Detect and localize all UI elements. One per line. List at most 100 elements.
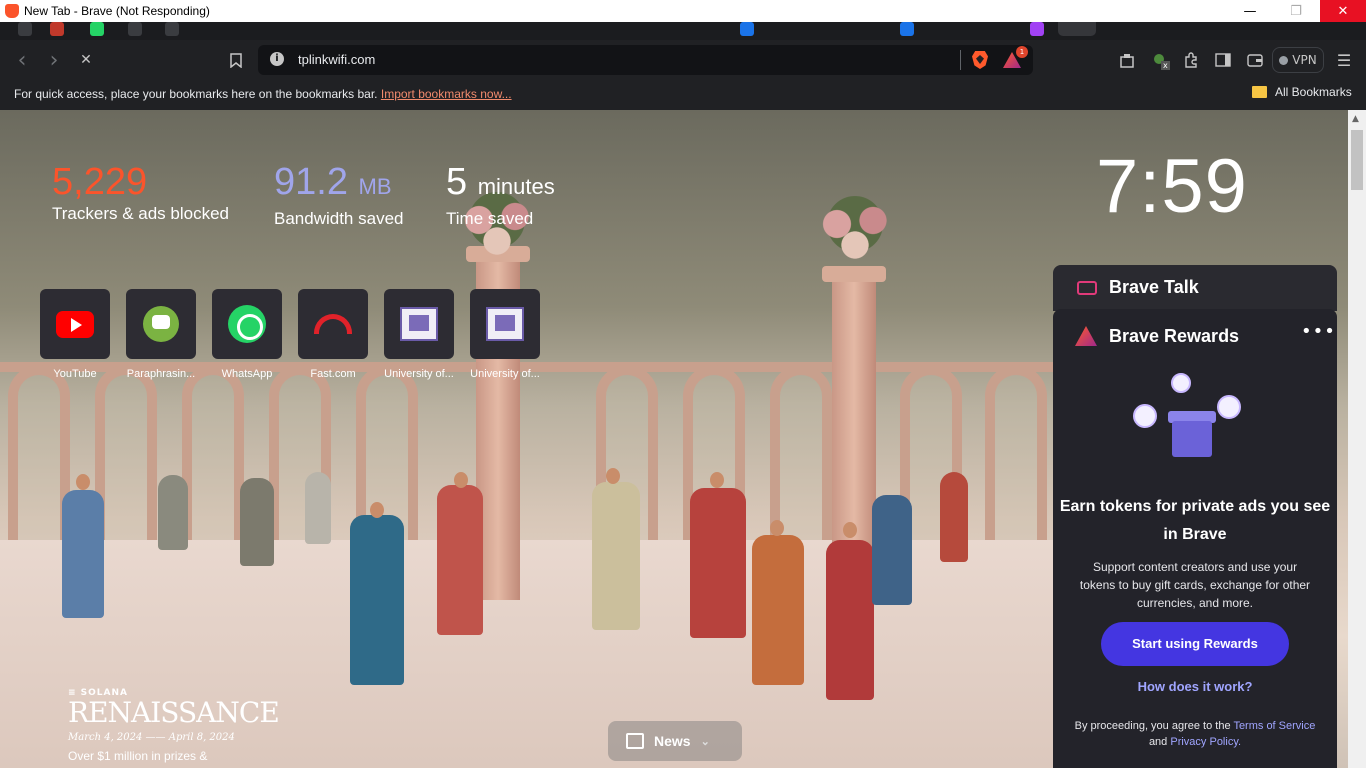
top-site-paraphrasing[interactable]: [126, 289, 196, 359]
clock: 7:59: [1096, 144, 1248, 229]
background-figure: [158, 475, 188, 550]
paraphrasing-icon: [143, 306, 179, 342]
bookmarks-hint: For quick access, place your bookmarks h…: [14, 87, 512, 101]
more-options-icon[interactable]: •••: [1301, 321, 1336, 342]
wallet-extension-icon[interactable]: [1116, 49, 1138, 71]
document-icon: [1133, 404, 1157, 428]
sponsor-tagline: Over $1 million in prizes &: [68, 749, 208, 763]
start-using-rewards-button[interactable]: Start using Rewards: [1101, 622, 1289, 666]
menu-icon[interactable]: ☰: [1333, 49, 1355, 71]
extension-icon[interactable]: x: [1149, 49, 1171, 71]
background-figure: [305, 472, 331, 544]
tab-favicon[interactable]: [1030, 22, 1044, 36]
youtube-icon: [56, 310, 94, 338]
active-tab[interactable]: [1058, 22, 1096, 36]
omnibox-divider: [960, 50, 961, 70]
top-site-university-2[interactable]: [470, 289, 540, 359]
top-site-university-1[interactable]: [384, 289, 454, 359]
terms-and: and: [1148, 736, 1168, 748]
newspaper-icon: [626, 733, 644, 749]
background-figure: [437, 485, 483, 635]
bookmarks-hint-text: For quick access, place your bookmarks h…: [14, 87, 378, 101]
news-label: News: [654, 733, 691, 749]
bandwidth-value: 91.2: [274, 161, 348, 203]
browser-toolbar: ‹ › ✕ i tplinkwifi.com 1 x VPN ☰: [0, 40, 1366, 80]
bandwidth-label: Bandwidth saved: [274, 209, 404, 228]
trackers-label: Trackers & ads blocked: [52, 204, 229, 223]
all-bookmarks-label: All Bookmarks: [1275, 85, 1352, 99]
site-info-icon[interactable]: i: [270, 52, 284, 66]
background-figure: [62, 490, 104, 618]
brave-shields-icon[interactable]: [972, 51, 988, 69]
brave-talk-card[interactable]: Brave Talk: [1053, 265, 1337, 311]
background-figure: [240, 478, 274, 566]
folder-icon: [1252, 86, 1267, 98]
top-site-label[interactable]: YouTube: [32, 368, 118, 380]
how-does-it-work-link[interactable]: How does it work?: [1053, 679, 1337, 694]
time-label: Time saved: [446, 209, 534, 228]
tab-favicon[interactable]: [128, 22, 142, 36]
tab-favicon[interactable]: [165, 22, 179, 36]
import-bookmarks-link[interactable]: Import bookmarks now...: [381, 87, 512, 101]
tab-favicon[interactable]: [50, 22, 64, 36]
background-figure: [826, 540, 874, 700]
stop-icon[interactable]: ✕: [75, 49, 97, 71]
tab-favicon[interactable]: [900, 22, 914, 36]
rewards-badge: 1: [1016, 46, 1028, 58]
bandwidth-unit: MB: [358, 174, 392, 199]
tab-favicon[interactable]: [18, 22, 32, 36]
brave-app-icon: [5, 4, 19, 18]
trackers-value: 5,229: [52, 161, 148, 203]
news-button[interactable]: News ⌄: [608, 721, 742, 761]
vpn-button[interactable]: VPN: [1272, 47, 1324, 73]
background-figure: [592, 482, 640, 630]
top-site-label[interactable]: Fast.com: [290, 368, 376, 380]
top-site-fast[interactable]: [298, 289, 368, 359]
rewards-headline: Earn tokens for private ads you see in B…: [1059, 498, 1331, 543]
all-bookmarks-button[interactable]: All Bookmarks: [1252, 85, 1352, 99]
minimize-button[interactable]: —: [1227, 0, 1273, 22]
close-button[interactable]: ✕: [1320, 0, 1366, 22]
vpn-label: VPN: [1292, 53, 1317, 67]
brave-rewards-title: Brave Rewards: [1109, 326, 1240, 346]
tab-favicon[interactable]: [90, 22, 104, 36]
wallet-icon[interactable]: [1244, 49, 1266, 71]
sidebar-icon[interactable]: [1212, 49, 1234, 71]
scroll-thumb[interactable]: [1351, 130, 1363, 190]
whatsapp-icon: [228, 305, 266, 343]
forward-icon[interactable]: ›: [43, 48, 65, 73]
sponsored-logo[interactable]: ≡ SOLANA RENAISSANCE March 4, 2024 —— Ap…: [68, 688, 280, 763]
window-title-bar: New Tab - Brave (Not Responding) — ❐ ✕: [0, 0, 1366, 22]
background-figure: [350, 515, 404, 685]
back-icon[interactable]: ‹: [11, 48, 33, 73]
chevron-down-icon: ⌄: [700, 735, 710, 748]
bat-logo-icon: [1075, 326, 1097, 346]
fast-icon: [314, 314, 352, 334]
top-site-label[interactable]: University of...: [376, 368, 462, 380]
brave-rewards-card: Brave Rewards ••• Earn tokens for privat…: [1053, 309, 1337, 768]
top-site-whatsapp[interactable]: [212, 289, 282, 359]
address-bar[interactable]: i tplinkwifi.com 1: [258, 45, 1033, 75]
search-icon: [1217, 395, 1241, 419]
top-site-youtube[interactable]: [40, 289, 110, 359]
university-icon: [400, 307, 438, 341]
puzzle-icon[interactable]: [1180, 49, 1202, 71]
page-scrollbar[interactable]: ▲: [1348, 110, 1366, 768]
window-title: New Tab - Brave (Not Responding): [24, 4, 210, 18]
top-site-label[interactable]: WhatsApp: [204, 368, 290, 380]
top-site-label[interactable]: University of...: [462, 368, 548, 380]
gift-box-icon: [1168, 397, 1216, 457]
tab-favicon[interactable]: [740, 22, 754, 36]
video-camera-icon: [1077, 281, 1097, 295]
privacy-policy-link[interactable]: Privacy Policy.: [1170, 736, 1241, 748]
background-figure: [940, 472, 968, 562]
bookmarks-bar: For quick access, place your bookmarks h…: [0, 80, 1366, 108]
maximize-button[interactable]: ❐: [1273, 0, 1319, 22]
extension-badge: x: [1161, 61, 1170, 70]
bookmark-icon[interactable]: [225, 49, 247, 71]
terms-of-service-link[interactable]: Terms of Service: [1233, 720, 1315, 732]
top-site-label[interactable]: Paraphrasin...: [118, 368, 204, 380]
scroll-up-icon[interactable]: ▲: [1352, 114, 1359, 124]
url-text[interactable]: tplinkwifi.com: [298, 52, 375, 67]
tab-strip: [0, 22, 1366, 40]
